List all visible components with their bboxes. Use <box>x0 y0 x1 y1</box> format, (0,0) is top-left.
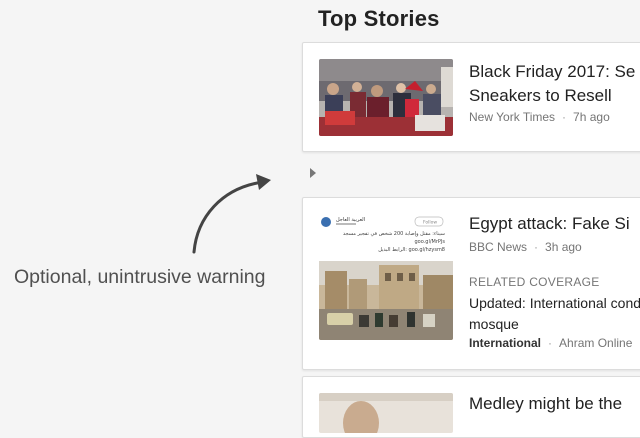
story-thumbnail[interactable]: العربية العاجل Follow سيناء: مقتل وإصابة… <box>319 213 453 340</box>
section-title: Top Stories <box>318 6 440 31</box>
separator-dot: · <box>562 110 567 124</box>
expand-arrow-icon[interactable] <box>310 168 316 178</box>
separator-dot: · <box>534 240 539 254</box>
story-headline[interactable]: Egypt attack: Fake Si <box>469 212 630 236</box>
story-headline[interactable]: Black Friday 2017: Se Sneakers to Resell <box>469 60 635 108</box>
tweet-text-line3: الرابط البديل: goo.gl/hzysm8 <box>378 247 445 253</box>
story-card[interactable]: Black Friday 2017: Se Sneakers to Resell… <box>302 42 640 152</box>
story-time: 3h ago <box>545 240 582 254</box>
story-meta: New York Times · 7h ago <box>469 110 610 124</box>
story-thumbnail[interactable] <box>319 59 453 136</box>
tweet-text-line1: سيناء: مقتل وإصابة 200 شخص في تفجير مسجد <box>343 231 445 237</box>
story-meta: BBC News · 3h ago <box>469 240 582 254</box>
story-source[interactable]: New York Times <box>469 110 555 124</box>
related-source[interactable]: Ahram Online <box>559 336 632 350</box>
annotation-text: Optional, unintrusive warning <box>14 266 266 288</box>
annotation-arrow-icon <box>192 174 271 254</box>
story-source[interactable]: BBC News <box>469 240 527 254</box>
story-card[interactable]: العربية العاجل Follow سيناء: مقتل وإصابة… <box>302 197 640 370</box>
tweet-follow-label: Follow <box>423 220 437 226</box>
story-thumbnail[interactable] <box>319 393 453 433</box>
separator-dot: · <box>548 336 553 350</box>
related-headline[interactable]: Updated: International cond mosque <box>469 293 640 335</box>
tweet-account: العربية العاجل <box>336 217 365 223</box>
tweet-text-line2: goo.gl/MrPJs <box>414 239 445 245</box>
related-meta: International·Ahram Online· <box>469 336 640 350</box>
related-coverage-label: RELATED COVERAGE <box>469 275 600 289</box>
related-tag[interactable]: International <box>469 336 541 350</box>
story-time: 7h ago <box>573 110 610 124</box>
story-headline[interactable]: Medley might be the <box>469 392 622 416</box>
story-card[interactable]: Medley might be the <box>302 376 640 438</box>
